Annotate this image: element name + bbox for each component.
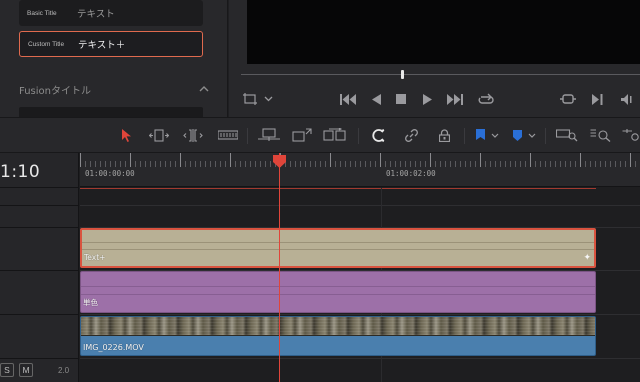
track-divider	[0, 227, 79, 228]
skip-back-icon[interactable]	[339, 91, 357, 107]
match-frame-icon[interactable]	[559, 91, 577, 107]
in-out-range-line	[80, 188, 596, 189]
lane-divider	[80, 205, 640, 206]
track-divider	[0, 205, 79, 206]
chevron-down-icon[interactable]	[262, 91, 274, 107]
title-item-custom[interactable]: Custom Title テキスト＋	[19, 31, 203, 57]
fusion-titles-section-header[interactable]: Fusionタイトル	[19, 80, 209, 98]
title-item-name: テキスト＋	[78, 40, 126, 51]
effects-library-panel: Basic Title テキスト Custom Title テキスト＋ Fusi…	[0, 0, 228, 117]
link-icon[interactable]	[403, 126, 419, 144]
track-divider	[0, 358, 79, 359]
flag-icon[interactable]	[474, 126, 486, 144]
zoom-detail-icon[interactable]	[589, 126, 613, 144]
lane-divider	[80, 314, 640, 315]
loop-icon[interactable]	[477, 91, 495, 107]
playhead-line[interactable]	[279, 153, 280, 382]
ruler-ticks	[80, 153, 636, 167]
snapping-icon[interactable]	[370, 126, 386, 144]
select-arrow-icon[interactable]	[120, 126, 134, 144]
zoom-full-icon[interactable]	[555, 126, 579, 144]
skip-forward-icon[interactable]	[446, 91, 464, 107]
title-item-basic[interactable]: Basic Title テキスト	[19, 0, 203, 26]
timeline-timecode: 1:10	[0, 162, 41, 182]
timeline-clip-text-plus[interactable]: Text+ ✦	[80, 228, 596, 268]
trim-icon[interactable]	[148, 126, 170, 144]
chevron-down-icon[interactable]	[490, 126, 500, 144]
volume-icon[interactable]	[619, 91, 633, 107]
crop-icon[interactable]	[241, 91, 259, 107]
zoom-custom-icon[interactable]	[622, 126, 640, 144]
title-item-name: テキスト	[77, 9, 115, 20]
clip-label: Text+	[84, 253, 106, 262]
clip-label: 単色	[83, 298, 98, 307]
replace-clip-icon[interactable]	[322, 126, 348, 144]
timeline-ruler[interactable]: 01:00:00:00 01:00:02:00	[80, 153, 640, 187]
timeline-clip-solid-color[interactable]: 単色	[80, 271, 596, 313]
toolbar-divider	[358, 128, 359, 144]
overwrite-clip-icon[interactable]	[290, 126, 314, 144]
play-reverse-icon[interactable]	[369, 91, 383, 107]
fusion-title-item[interactable]	[19, 107, 203, 117]
lane-divider	[80, 358, 640, 359]
title-item-tag: Custom Title	[28, 40, 65, 48]
timeline-viewer	[229, 0, 640, 117]
lock-icon[interactable]	[436, 126, 452, 144]
blade-icon[interactable]	[217, 126, 239, 144]
toolbar-divider	[545, 128, 546, 144]
fusion-sparkle-icon: ✦	[583, 253, 591, 263]
ruler-label: 01:00:00:00	[85, 169, 135, 178]
section-label: Fusionタイトル	[19, 85, 91, 97]
track-divider	[0, 187, 79, 188]
track-divider	[0, 270, 79, 271]
clip-label: IMG_0226.MOV	[83, 343, 144, 352]
viewer-scrubber-track[interactable]	[241, 74, 640, 75]
chevron-up-icon[interactable]	[199, 84, 209, 95]
clip-texture	[81, 279, 595, 301]
timeline-toolbar	[0, 117, 640, 153]
title-item-tag: Basic Title	[27, 9, 57, 17]
insert-clip-icon[interactable]	[256, 126, 282, 144]
clip-thumbnails	[81, 317, 595, 336]
toolbar-divider	[464, 128, 465, 144]
toolbar-divider	[247, 128, 248, 144]
playhead-handle[interactable]	[273, 155, 286, 168]
mute-button[interactable]: M	[19, 363, 33, 377]
timeline-clip-video[interactable]: IMG_0226.MOV	[80, 316, 596, 356]
next-edit-icon[interactable]	[590, 91, 604, 107]
clip-texture	[82, 236, 594, 254]
chevron-down-icon[interactable]	[527, 126, 537, 144]
stop-icon[interactable]	[394, 91, 408, 107]
play-icon[interactable]	[420, 91, 434, 107]
solo-button[interactable]: S	[0, 363, 14, 377]
track-divider	[0, 314, 79, 315]
track-headers: 1:10 S M 2.0	[0, 153, 79, 382]
marker-icon[interactable]	[511, 126, 523, 144]
audio-level-value: 2.0	[58, 366, 70, 375]
viewer-screen[interactable]	[247, 0, 640, 64]
resolve-edit-page: Basic Title テキスト Custom Title テキスト＋ Fusi…	[0, 0, 640, 382]
dynamic-trim-icon[interactable]	[182, 126, 204, 144]
ruler-label: 01:00:02:00	[386, 169, 436, 178]
viewer-scrubber-handle[interactable]	[400, 70, 404, 79]
